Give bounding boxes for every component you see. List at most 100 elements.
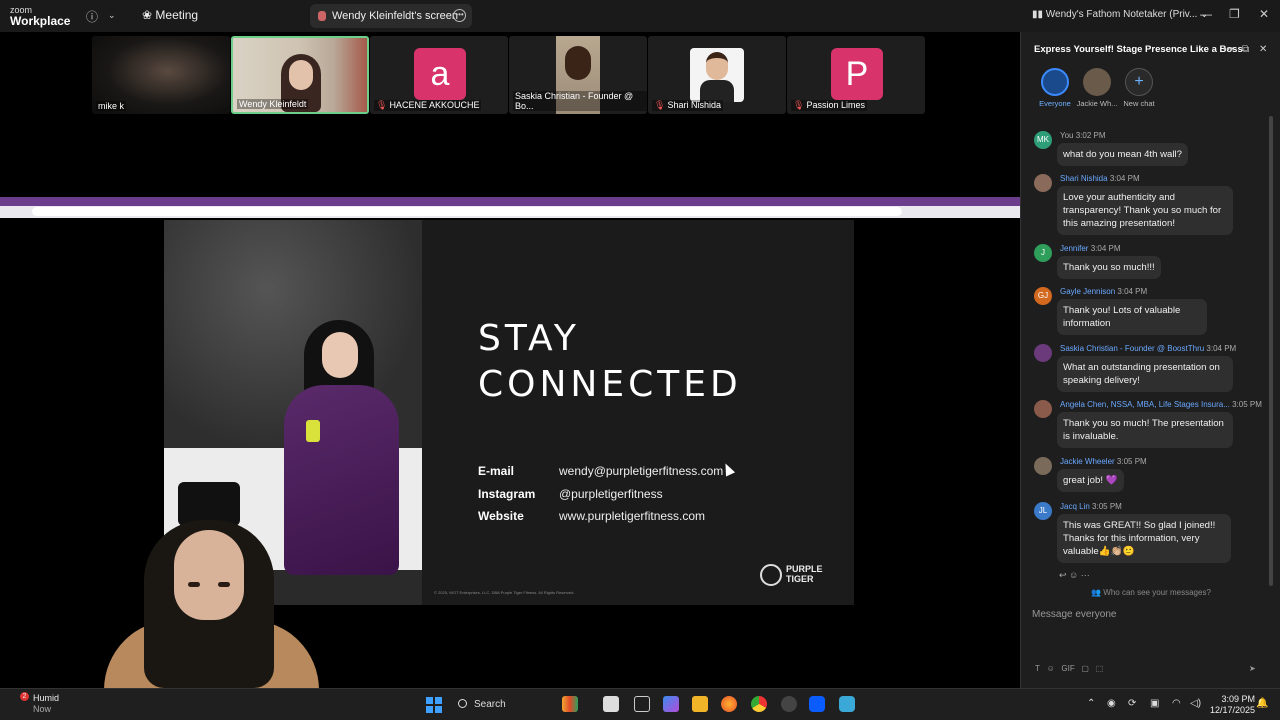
message-meta: Saskia Christian - Founder @ BoostThru 3… [1060,344,1236,353]
taskbar-search[interactable]: Search [452,694,552,716]
tiger-icon [760,564,782,586]
time: 3:05 PM [1232,400,1262,409]
format-icon[interactable]: T [1035,664,1040,673]
share-label: Wendy Kleinfeldt's screen [332,10,459,22]
participant-tile[interactable]: 🎙 Shari Nishida [648,36,786,114]
restore-icon[interactable]: ❐ [1229,7,1240,21]
avatar [1083,68,1111,96]
shared-browser-urlbar [0,206,1020,218]
search-label: Search [474,699,506,710]
sender: Saskia Christian - Founder @ BoostThru [1060,344,1205,353]
participant-tile[interactable]: Saskia Christian - Founder @ Bo... [509,36,647,114]
emoji-icon[interactable]: ☺ [1047,664,1055,673]
time: 3:04 PM [1109,174,1140,183]
participant-tile[interactable]: P 🎙 Passion Limes [787,36,925,114]
message-meta: Gayle Jennison 3:04 PM [1060,287,1147,296]
chevron-down-icon[interactable]: ⌄ [108,10,116,21]
participant-tile[interactable]: a 🎙 HACENE AKKOUCHE [370,36,508,114]
avatar: MK [1034,131,1052,149]
participant-tile-active-speaker[interactable]: Wendy Kleinfeldt [231,36,369,114]
message-input[interactable]: Message everyone [1032,609,1117,620]
participant-avatar: P [831,48,883,100]
file-explorer-icon[interactable] [692,696,708,712]
message-list[interactable]: MK You 3:02 PM what do you mean 4th wall… [1021,124,1279,584]
zoom-app-icon[interactable] [809,696,825,712]
contact-row: E-mail wendy@purpletigerfitness.com [478,464,723,487]
message-bubble: Thank you so much!!! [1057,256,1161,279]
volume-icon[interactable]: ◁) [1190,698,1201,709]
who-can-see-link[interactable]: 👥 Who can see your messages? [1021,588,1280,597]
file-icon[interactable]: ▢ [1081,664,1089,673]
more-options-icon[interactable]: ••• [453,9,466,22]
screen-share-indicator[interactable]: Wendy Kleinfeldt's screen ••• [310,4,472,28]
minimize-icon[interactable]: — [1200,7,1212,21]
notetaker-dropdown[interactable]: ▮▮ Wendy's Fathom Notetaker (Priv... ⌄ [1032,9,1209,20]
close-chat-icon[interactable]: ✕ [1259,44,1267,55]
time: 3:04 PM [1117,287,1148,296]
notetaker-label: Wendy's Fathom Notetaker (Priv... [1045,9,1198,20]
tab-new-chat[interactable]: + New chat [1113,68,1165,108]
share-avatar-icon [318,11,326,21]
clock-date: 12/17/2025 [1210,705,1256,715]
windows-taskbar: 2 Humid Now Search ⌃ ◉ ⟳ ▣ ◠ ◁) 3:09 PM … [0,688,1280,720]
chat-scrollbar[interactable] [1269,116,1273,586]
participant-name: Wendy Kleinfeldt [237,99,309,109]
time: 3:02 PM [1075,131,1106,140]
shared-screen[interactable]: STAY CONNECTED E-mail wendy@purpletigerf… [0,118,1020,690]
sender: You [1060,131,1074,140]
contact-row: Instagram @purpletigerfitness [478,487,723,510]
gif-icon[interactable]: GIF [1061,664,1074,673]
message-meta: Jackie Wheeler 3:05 PM [1060,457,1147,466]
sender: Jennifer [1060,244,1089,253]
more-icon[interactable]: ••• [1223,44,1234,55]
participant-name: HACENE AKKOUCHE [389,100,480,110]
taskbar-clock[interactable]: 3:09 PM 12/17/2025 [1210,694,1255,716]
pop-out-icon[interactable]: ⧉ [1242,44,1249,55]
participant-face [706,52,728,80]
slide-heading: STAY CONNECTED [478,316,742,408]
weather-widget[interactable]: 2 Humid Now [12,692,60,715]
chat-tabs: Everyone Jackie Wh... + New chat [1029,68,1279,118]
notifications-icon[interactable]: 🔔 [1256,698,1268,709]
tray-icon[interactable]: ▣ [1150,698,1159,709]
sender: Shari Nishida [1060,174,1108,183]
message-bubble: Thank you! Lots of valuable information [1057,299,1207,335]
screenshot-icon[interactable]: ⬚ [1096,664,1104,673]
participant-tile[interactable]: mike k [92,36,230,114]
tray-chevron-icon[interactable]: ⌃ [1087,698,1095,709]
message-meta: Angela Chen, NSSA, MBA, Life Stages Insu… [1060,400,1262,409]
firefox-icon[interactable] [721,696,737,712]
tab-label: Jackie Wh... [1076,99,1118,108]
info-icon[interactable]: ⓘ [86,8,98,25]
message-reaction-tools[interactable]: ↩ ☺ ··· [1059,570,1090,581]
app-icon[interactable] [839,696,855,712]
wifi-icon[interactable]: ◠ [1172,698,1181,709]
weather-title: Humid [33,693,60,703]
photo-phone [306,420,320,442]
presenter-video-overlay [104,510,319,690]
tray-icon[interactable]: ⟳ [1128,698,1136,709]
copilot-app-icon[interactable] [663,696,679,712]
signal-icon: ▮▮ [1032,9,1046,20]
slide-copyright: © 2025, WOT Enterprises, LLC. DBA Purple… [434,590,575,595]
app-icon[interactable] [781,696,797,712]
tray-icon[interactable]: ◉ [1107,698,1116,709]
message-bubble: Love your authenticity and transparency!… [1057,186,1233,235]
chrome-icon[interactable] [751,696,767,712]
participant-name: Passion Limes [806,100,865,110]
widgets-app-icon[interactable] [562,696,578,712]
avatar [1034,344,1052,362]
contact-label: E-mail [478,464,515,478]
meeting-button[interactable]: ❀ Meeting [142,8,198,22]
tablet-app-icon[interactable] [603,696,619,712]
slide-heading-line1: STAY [478,318,580,359]
contact-value: www.purpletigerfitness.com [559,509,706,523]
start-button-icon[interactable] [426,697,442,713]
notepad-app-icon[interactable] [634,696,650,712]
contact-label: Website [478,509,524,523]
message-meta: Shari Nishida 3:04 PM [1060,174,1140,183]
time: 3:05 PM [1092,502,1122,511]
close-icon[interactable]: ✕ [1259,7,1269,21]
contact-row: Website www.purpletigerfitness.com [478,509,723,532]
send-icon[interactable]: ➤ [1249,664,1256,673]
